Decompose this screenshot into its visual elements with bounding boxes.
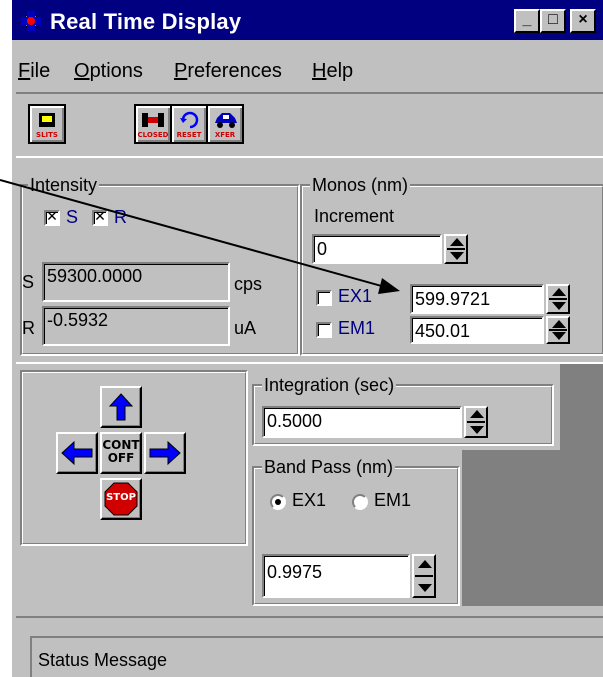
closed-button[interactable]: CLOSED — [134, 104, 172, 144]
intensity-legend: Intensity — [28, 175, 100, 195]
signal-s-label: S — [22, 272, 35, 292]
cont-label: CONT — [102, 438, 140, 452]
checkmark-x-icon: ✕ — [94, 209, 106, 225]
menu-preferences[interactable]: Preferences — [174, 60, 282, 83]
intensity-s-checkbox[interactable]: ✕ — [44, 209, 60, 226]
increment-spinner[interactable] — [444, 234, 468, 264]
em1-wavelength-spinner[interactable] — [546, 316, 570, 344]
real-time-display-window: Real Time Display _ □ × File Options Pre… — [10, 0, 603, 677]
bandpass-ex1-label: EX1 — [292, 490, 327, 510]
em1-wavelength-input[interactable]: 450.01 — [410, 316, 544, 344]
menu-options[interactable]: Options — [74, 60, 143, 83]
ex1-wavelength-spinner[interactable] — [546, 284, 570, 314]
reset-label: RESET — [176, 131, 202, 139]
menu-bar: File Options Preferences Help — [12, 54, 603, 90]
bandpass-legend: Band Pass (nm) — [262, 457, 396, 477]
off-label: OFF — [107, 451, 135, 465]
cont-off-button[interactable]: CONT OFF — [100, 432, 142, 474]
menu-file[interactable]: File — [18, 60, 50, 83]
spin-up-icon — [450, 238, 464, 246]
spin-down-icon — [552, 332, 566, 340]
integration-time-spinner[interactable] — [464, 406, 488, 438]
bandpass-em1-radio[interactable] — [352, 494, 368, 510]
spin-divider — [467, 421, 485, 423]
shutter-closed-icon — [142, 113, 164, 127]
intensity-r-checkbox-label: R — [114, 207, 127, 227]
status-separator — [16, 616, 603, 618]
spin-up-icon — [470, 410, 484, 418]
stop-button[interactable]: STOP — [100, 478, 142, 520]
spin-divider — [447, 248, 465, 250]
bandpass-em1-label: EM1 — [374, 490, 412, 510]
close-button[interactable]: × — [570, 9, 596, 33]
menu-help-key: H — [312, 60, 327, 82]
spin-divider — [415, 575, 433, 577]
menu-options-rest: ptions — [89, 60, 143, 82]
bandpass-value-input[interactable]: 0.9975 — [262, 554, 410, 598]
slits-button[interactable]: SLITS — [28, 104, 66, 144]
intensity-r-checkbox[interactable]: ✕ — [92, 209, 108, 226]
ex1-checkbox[interactable] — [316, 290, 332, 306]
spin-divider — [549, 329, 567, 331]
increment-input[interactable]: 0 — [312, 234, 442, 264]
menu-options-key: O — [74, 60, 90, 82]
left-arrow-icon — [61, 440, 93, 466]
reset-button[interactable]: RESET — [170, 104, 208, 144]
stop-label: STOP — [106, 492, 136, 503]
bandpass-ex1-radio[interactable] — [270, 494, 286, 510]
slits-label: SLITS — [36, 131, 58, 139]
increment-label: Increment — [314, 206, 395, 226]
move-right-button[interactable] — [144, 432, 186, 474]
separator — [16, 362, 603, 364]
intensity-s-checkbox-label: S — [66, 207, 79, 227]
app-icon — [21, 11, 41, 31]
signal-r-value: -0.5932 — [42, 306, 230, 346]
checkmark-x-icon: ✕ — [46, 209, 58, 225]
up-arrow-icon — [108, 393, 134, 421]
bandpass-spinner[interactable] — [412, 554, 436, 598]
spin-up-icon — [418, 560, 432, 568]
menu-file-rest: ile — [30, 60, 51, 82]
xfer-button[interactable]: XFER — [206, 104, 244, 144]
window-title: Real Time Display — [50, 9, 242, 34]
xfer-label: XFER — [214, 131, 236, 139]
maximize-button[interactable]: □ — [540, 9, 566, 33]
minimize-button[interactable]: _ — [514, 9, 540, 33]
menu-help-rest: elp — [326, 60, 354, 82]
slits-icon — [39, 113, 55, 127]
title-bar[interactable]: Real Time Display _ □ × — [12, 0, 603, 40]
right-arrow-icon — [149, 440, 181, 466]
signal-r-label: R — [22, 318, 35, 338]
car-icon — [215, 113, 237, 128]
menu-preferences-key: P — [174, 60, 188, 82]
ex1-wavelength-input[interactable]: 599.9721 — [410, 284, 544, 314]
spin-down-icon — [470, 426, 484, 434]
integration-time-input[interactable]: 0.5000 — [262, 406, 462, 438]
em1-checkbox[interactable] — [316, 322, 332, 338]
closed-label: CLOSED — [137, 131, 169, 139]
move-up-button[interactable] — [100, 386, 142, 428]
spin-down-icon — [552, 302, 566, 310]
signal-r-unit: uA — [234, 318, 257, 338]
spin-down-icon — [450, 252, 464, 260]
menu-file-key: F — [18, 60, 31, 82]
ex1-checkbox-label: EX1 — [338, 286, 373, 306]
toolbar: SLITS CLOSED RESET XFER — [16, 92, 603, 158]
signal-s-value: 59300.0000 — [42, 262, 230, 302]
spin-down-icon — [418, 584, 432, 592]
spin-divider — [549, 298, 567, 300]
em1-checkbox-label: EM1 — [338, 318, 376, 338]
status-message: Status Message — [30, 636, 603, 677]
spin-up-icon — [552, 320, 566, 328]
move-left-button[interactable] — [56, 432, 98, 474]
integration-legend: Integration (sec) — [262, 375, 397, 395]
dark-panel-bottom — [462, 450, 603, 606]
radio-selected-dot — [275, 499, 281, 505]
reset-icon — [180, 111, 199, 129]
monos-legend: Monos (nm) — [310, 175, 411, 195]
menu-help[interactable]: Help — [312, 60, 353, 83]
spin-up-icon — [552, 288, 566, 296]
signal-s-unit: cps — [234, 274, 263, 294]
menu-preferences-rest: references — [187, 60, 282, 82]
